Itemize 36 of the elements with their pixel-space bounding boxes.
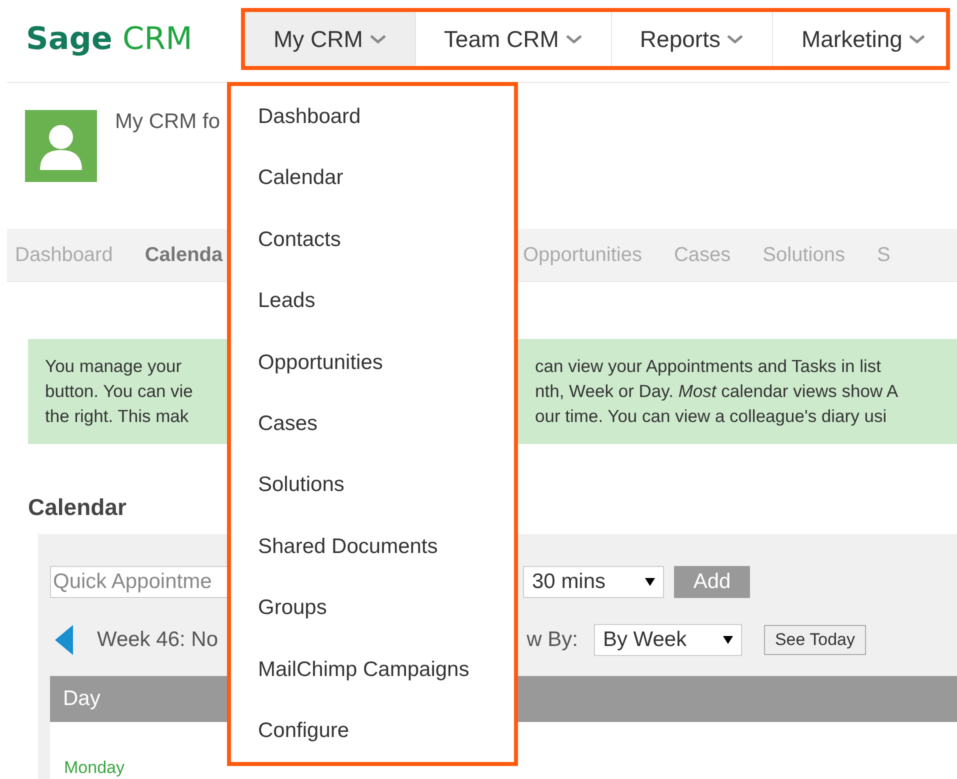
view-by-label: w By:: [526, 628, 578, 652]
dropdown-arrow-icon: [722, 636, 733, 644]
info-text: the right. This mak: [45, 405, 189, 428]
menu-item[interactable]: Solutions: [231, 467, 514, 529]
week-label: Week 46: No: [97, 628, 218, 652]
previous-arrow-icon[interactable]: [55, 625, 75, 655]
chevron-down-icon: [908, 33, 926, 45]
menu-item[interactable]: Dashboard: [231, 99, 514, 160]
menu-item[interactable]: Configure: [231, 712, 514, 774]
info-text: nth, Week or Day. Most calendar views show A: [535, 380, 898, 403]
menu-item[interactable]: Shared Documents: [231, 528, 514, 590]
user-avatar-icon: [25, 110, 97, 182]
see-today-button[interactable]: See Today: [764, 625, 866, 655]
info-text: button. You can vie: [45, 380, 193, 403]
menu-item[interactable]: Leads: [231, 283, 514, 345]
menu-item[interactable]: Groups: [231, 590, 514, 652]
chevron-down-icon: [726, 33, 744, 45]
info-text: You manage your: [45, 355, 182, 378]
nav-menu-button[interactable]: My CRM: [245, 12, 416, 66]
info-text: our time. You can view a colleague's diary usi: [535, 405, 887, 428]
chevron-down-icon: [564, 33, 583, 45]
menu-item[interactable]: Opportunities: [231, 344, 514, 406]
view-by-select[interactable]: By Week: [594, 624, 742, 656]
dropdown-arrow-icon: [645, 578, 655, 586]
page-title: My CRM fo: [115, 110, 220, 135]
logo: Sage CRM: [25, 20, 194, 59]
menu-item[interactable]: MailChimp Campaigns: [231, 652, 514, 713]
menu-item[interactable]: Cases: [231, 406, 514, 468]
chevron-down-icon: [368, 33, 387, 45]
column-header: Day: [63, 687, 100, 711]
section-title: Calendar: [28, 494, 126, 522]
menu-item[interactable]: Contacts: [231, 222, 514, 284]
info-text: can view your Appointments and Tasks in list: [535, 355, 881, 378]
menu-item[interactable]: Calendar: [231, 160, 514, 222]
duration-select[interactable]: 30 mins: [523, 566, 664, 598]
tab[interactable]: Calenda: [144, 244, 223, 266]
